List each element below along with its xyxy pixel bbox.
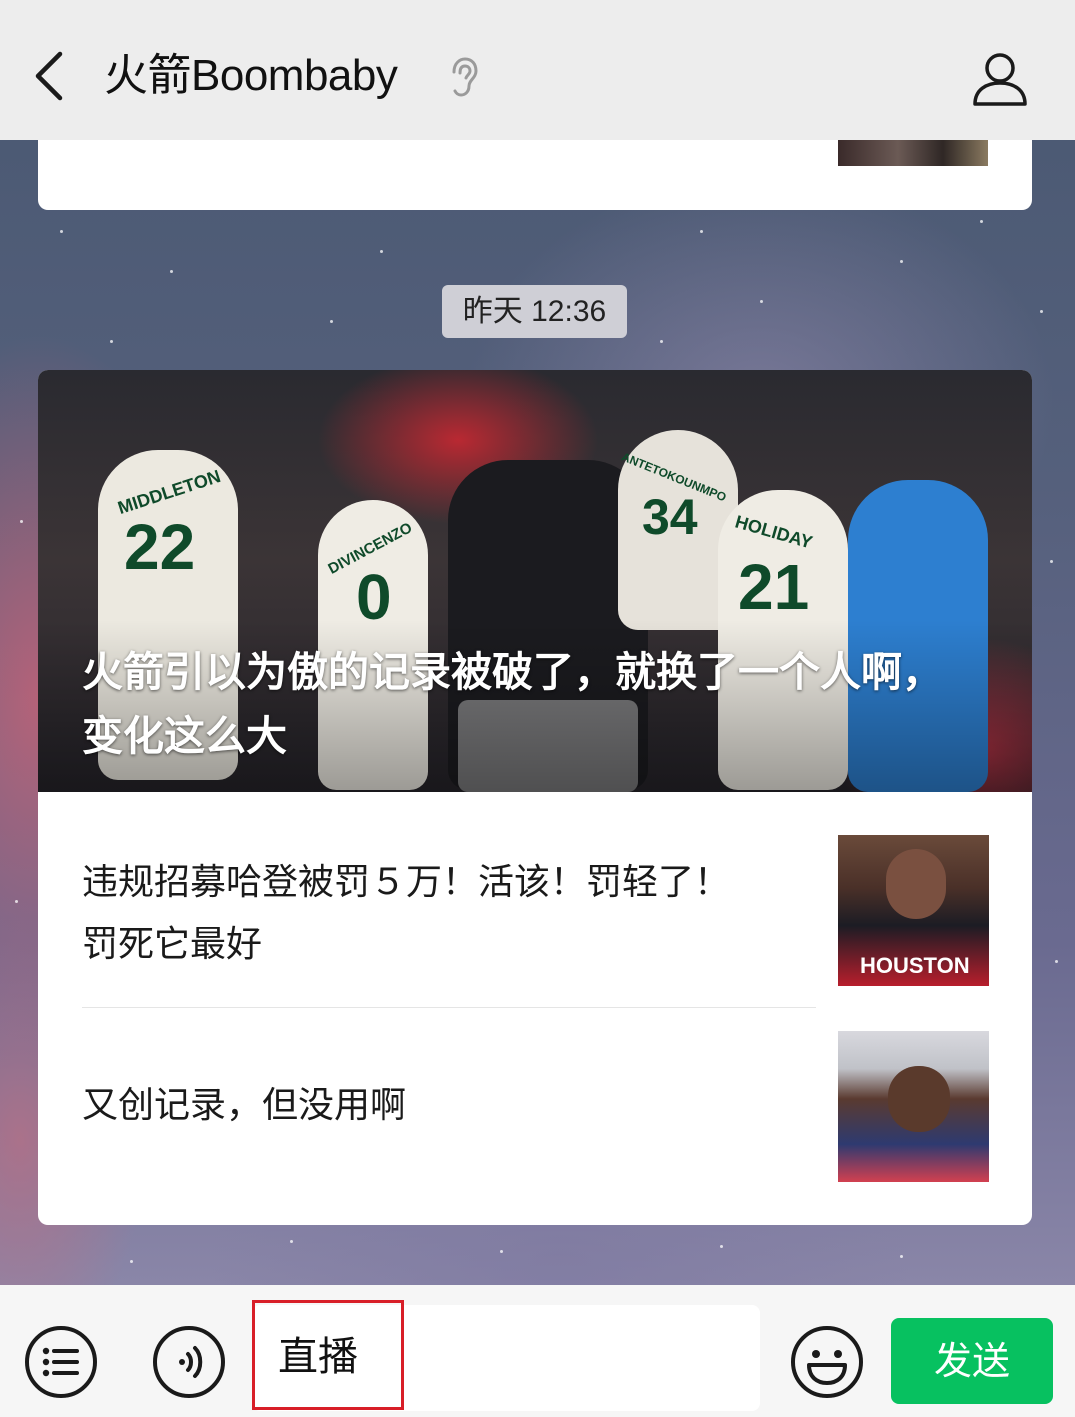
thumbnail-caption: HOUSTON — [860, 953, 970, 978]
emoji-icon[interactable] — [790, 1325, 864, 1399]
jersey-number: 34 — [642, 489, 698, 545]
article-item-title: 违规招募哈登被罚５万！活该！罚轻了！罚死它最好 — [82, 862, 731, 965]
item-divider — [82, 1007, 816, 1008]
earpiece-mode-icon — [452, 57, 478, 97]
article-headline[interactable]: 火箭引以为傲的记录被破了，就换了一个人啊，变化这么大 — [82, 640, 982, 768]
profile-icon[interactable] — [970, 48, 1030, 108]
menu-list-icon[interactable] — [24, 1325, 98, 1399]
article-card: MIDDLETON 22 DIVINCENZO 0 ANTETOKOUNMPO … — [38, 370, 1032, 1225]
top-bar: 火箭Boombaby — [0, 0, 1075, 140]
article-item-thumbnail: HOUSTON — [838, 835, 989, 986]
article-item-title: 又创记录，但没用啊 — [82, 1085, 407, 1126]
article-list-item[interactable]: 又创记录，但没用啊 — [38, 1030, 1032, 1200]
send-button[interactable]: 发送 — [891, 1318, 1053, 1404]
article-list-item[interactable]: 违规招募哈登被罚５万！活该！罚轻了！罚死它最好 HOUSTON — [38, 830, 1032, 1000]
input-bar: 直播 发送 — [0, 1285, 1075, 1417]
previous-article-thumbnail — [838, 140, 988, 166]
back-arrow-icon[interactable] — [30, 48, 70, 104]
previous-article-card[interactable] — [38, 140, 1032, 210]
message-timestamp: 昨天 12:36 — [442, 285, 627, 338]
hero-image[interactable]: MIDDLETON 22 DIVINCENZO 0 ANTETOKOUNMPO … — [38, 370, 1032, 792]
message-input-text: 直播 — [278, 1334, 358, 1380]
article-item-thumbnail — [838, 1031, 989, 1182]
chat-title: 火箭Boombaby — [104, 51, 398, 100]
voice-input-icon[interactable] — [152, 1325, 226, 1399]
jersey-number: 21 — [738, 551, 810, 623]
jersey-number: 22 — [124, 511, 196, 583]
